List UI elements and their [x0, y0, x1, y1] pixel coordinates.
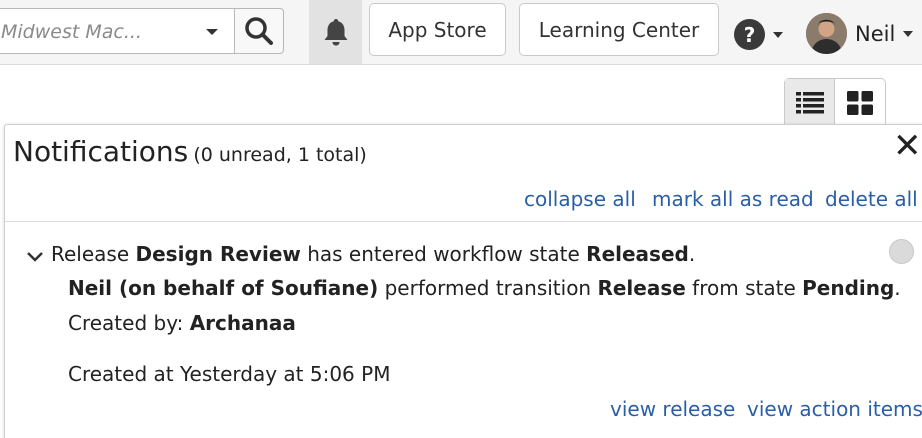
list-view-button[interactable]: [785, 79, 835, 127]
caret-down-icon: [206, 29, 218, 35]
search-button[interactable]: [234, 8, 284, 54]
view-action-items-link[interactable]: view action items: [747, 397, 922, 421]
caret-down-icon: [773, 31, 783, 38]
document-select[interactable]: Midwest Mac...: [0, 8, 235, 54]
app-store-button[interactable]: App Store: [369, 3, 506, 56]
user-name: Neil: [855, 21, 896, 46]
top-bar: Midwest Mac... App Store Learning Center…: [0, 0, 922, 65]
transition-name: Release: [597, 276, 686, 300]
avatar: [806, 13, 847, 54]
release-name: Design Review: [135, 242, 301, 266]
list-view-icon: [795, 92, 824, 114]
chevron-down-icon[interactable]: [26, 248, 44, 267]
read-status-toggle[interactable]: [889, 239, 914, 264]
caret-down-icon: [903, 30, 914, 37]
creator-name: Archanaa: [189, 311, 296, 335]
notifications-panel: Notifications (0 unread, 1 total) ✕ coll…: [4, 124, 922, 438]
user-menu[interactable]: Neil: [806, 13, 914, 54]
notifications-counts: (0 unread, 1 total): [193, 144, 367, 166]
help-menu[interactable]: ?: [734, 19, 783, 50]
notifications-title: Notifications: [13, 135, 189, 168]
collapse-all-link[interactable]: collapse all: [524, 187, 636, 211]
from-state: Pending: [802, 276, 895, 300]
document-select-value: Midwest Mac...: [1, 21, 142, 43]
workflow-state: Released: [586, 242, 689, 266]
actor-name: Neil (on behalf of Soufiane): [68, 276, 379, 300]
mark-all-read-link[interactable]: mark all as read: [652, 187, 814, 211]
bell-icon: [324, 19, 347, 46]
created-by: Created by: Archanaa: [68, 311, 296, 335]
panel-title: Notifications (0 unread, 1 total): [13, 135, 367, 168]
help-icon: ?: [734, 19, 765, 50]
grid-view-button[interactable]: [835, 79, 885, 127]
search-icon: [245, 17, 273, 45]
notification-detail: Neil (on behalf of Soufiane) performed t…: [68, 276, 901, 300]
created-at: Created at Yesterday at 5:06 PM: [68, 362, 391, 386]
view-toggle: [784, 78, 886, 128]
close-icon[interactable]: ✕: [893, 129, 922, 163]
divider: [5, 221, 922, 222]
notification-headline: Release Design Review has entered workfl…: [51, 242, 696, 266]
notifications-button[interactable]: [309, 0, 362, 64]
grid-view-icon: [847, 91, 873, 115]
view-release-link[interactable]: view release: [610, 397, 735, 421]
delete-all-link[interactable]: delete all: [825, 187, 918, 211]
learning-center-button[interactable]: Learning Center: [519, 3, 719, 56]
